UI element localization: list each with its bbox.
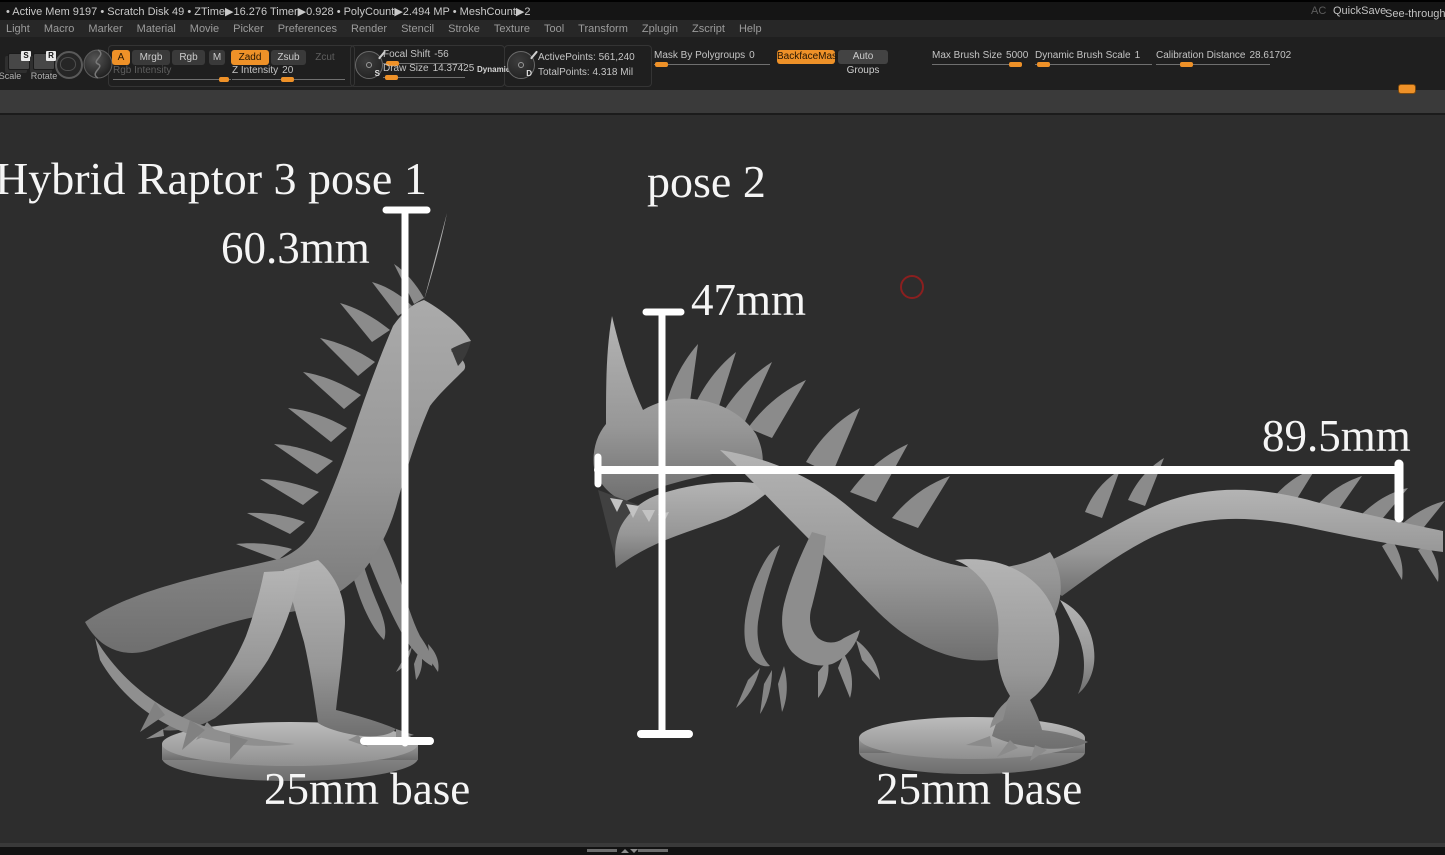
mask-by-polygroups-value: 0 <box>749 50 755 61</box>
z-intensity-value: 20 <box>282 65 293 76</box>
max-brush-size-slider[interactable]: Max Brush Size5000 <box>932 51 1022 65</box>
z-intensity-label: Z Intensity <box>232 65 278 76</box>
calibration-distance-label: Calibration Distance <box>1156 50 1246 61</box>
zcut-button[interactable]: Zcut <box>310 50 340 65</box>
total-points-readout: TotalPoints: 4.318 Mil <box>538 67 633 78</box>
tray-divider-right-bar[interactable] <box>638 849 668 852</box>
shelf-scroll-handle[interactable] <box>1398 84 1416 94</box>
max-brush-size-value: 5000 <box>1006 50 1028 61</box>
mrgb-button[interactable]: Mrgb <box>132 50 170 65</box>
zsub-button[interactable]: Zsub <box>271 50 306 65</box>
menu-bar: Light Macro Marker Material Movie Picker… <box>0 20 1445 37</box>
menu-material[interactable]: Material <box>137 23 176 35</box>
rgb-intensity-handle[interactable] <box>219 77 229 82</box>
a-button[interactable]: A <box>112 50 130 65</box>
dynamic-mode-tag[interactable]: Dynamic <box>477 65 510 74</box>
rgb-intensity-label: Rgb Intensity <box>113 65 171 76</box>
z-intensity-handle[interactable] <box>281 77 294 82</box>
dynamic-brush-scale-slider[interactable]: Dynamic Brush Scale 1 <box>1035 51 1152 65</box>
pose2-length-label: 89.5mm <box>1262 410 1411 462</box>
mask-by-polygroups-handle[interactable] <box>655 62 668 67</box>
rgb-button[interactable]: Rgb <box>172 50 205 65</box>
menu-zplugin[interactable]: Zplugin <box>642 23 678 35</box>
stroke-icon-letter: S <box>375 69 380 78</box>
rotate-badge: R <box>46 51 56 61</box>
pose1-height-label: 60.3mm <box>221 222 370 274</box>
pose1-title: Hybrid Raptor 3 pose 1 <box>0 152 427 205</box>
menu-texture[interactable]: Texture <box>494 23 530 35</box>
focal-shift-slider[interactable]: Focal Shift -56 <box>383 50 465 64</box>
focal-shift-label: Focal Shift <box>383 49 430 60</box>
draw-size-icon[interactable]: D <box>507 51 535 79</box>
quicksave-button[interactable]: QuickSave <box>1333 5 1386 17</box>
menu-stroke[interactable]: Stroke <box>448 23 480 35</box>
zadd-button[interactable]: Zadd <box>231 50 269 65</box>
see-through-label: See-through <box>1385 8 1445 20</box>
top-tray-strip <box>0 90 1445 113</box>
max-brush-size-track[interactable] <box>932 64 1022 65</box>
pose2-height-label: 47mm <box>691 274 806 326</box>
dynamic-brush-scale-value: 1 <box>1135 50 1141 61</box>
ac-button[interactable]: AC <box>1311 5 1326 17</box>
max-brush-size-label: Max Brush Size <box>932 50 1002 61</box>
m-button[interactable]: M <box>209 50 225 65</box>
mask-by-polygroups-label: Mask By Polygroups <box>654 50 745 61</box>
draw-size-value: 14.37425 <box>433 63 475 74</box>
material-sphere-icon[interactable] <box>83 49 113 79</box>
status-bar: • Active Mem 9197 • Scratch Disk 49 • ZT… <box>0 0 1445 20</box>
scale-tool-icon[interactable]: S <box>8 53 30 70</box>
tray-expand-up-icon[interactable] <box>621 849 629 853</box>
menu-help[interactable]: Help <box>739 23 762 35</box>
top-shelf-toolbar: S Scale R Rotate A Mrgb Rgb M Zadd Zsub … <box>0 37 1445 90</box>
texture-selector-icon[interactable] <box>55 51 83 79</box>
dynamic-brush-scale-track[interactable] <box>1035 64 1152 65</box>
active-points-readout: ActivePoints: 561,240 <box>538 52 635 63</box>
z-intensity-slider[interactable]: Z Intensity 20 <box>232 66 345 80</box>
max-brush-size-handle[interactable] <box>1009 62 1022 67</box>
dynamic-brush-scale-label: Dynamic Brush Scale <box>1035 50 1131 61</box>
menu-light[interactable]: Light <box>6 23 30 35</box>
bottom-bar <box>0 847 1445 855</box>
menu-macro[interactable]: Macro <box>44 23 75 35</box>
mask-by-polygroups-slider[interactable]: Mask By Polygroups 0 <box>654 51 770 65</box>
draw-icon-letter: D <box>526 69 532 78</box>
menu-preferences[interactable]: Preferences <box>278 23 337 35</box>
menu-picker[interactable]: Picker <box>233 23 264 35</box>
draw-size-handle[interactable] <box>385 75 398 80</box>
pose2-title: pose 2 <box>647 155 766 208</box>
menu-zscript[interactable]: Zscript <box>692 23 725 35</box>
menu-stencil[interactable]: Stencil <box>401 23 434 35</box>
menu-marker[interactable]: Marker <box>88 23 122 35</box>
menu-transform[interactable]: Transform <box>578 23 628 35</box>
sculpt-canvas[interactable] <box>0 115 1445 843</box>
zbrush-window: • Active Mem 9197 • Scratch Disk 49 • ZT… <box>0 0 1445 855</box>
draw-size-label: Draw Size <box>383 63 429 74</box>
rotate-tool-icon[interactable]: R <box>33 53 55 70</box>
menu-render[interactable]: Render <box>351 23 387 35</box>
menu-tool[interactable]: Tool <box>544 23 564 35</box>
tray-expand-down-icon[interactable] <box>630 849 638 853</box>
draw-size-track[interactable] <box>383 77 465 78</box>
rgb-intensity-slider[interactable]: Rgb Intensity <box>113 66 231 80</box>
menu-movie[interactable]: Movie <box>190 23 219 35</box>
calibration-distance-handle[interactable] <box>1180 62 1193 67</box>
stroke-type-icon[interactable]: S <box>355 51 383 79</box>
backface-mask-button[interactable]: BackfaceMask <box>777 50 835 64</box>
z-intensity-track[interactable] <box>232 79 345 80</box>
scale-badge: S <box>21 51 31 61</box>
focal-shift-value: -56 <box>434 49 448 60</box>
tray-divider-left-bar[interactable] <box>587 849 617 852</box>
calibration-distance-track[interactable] <box>1156 64 1270 65</box>
dynamic-brush-scale-handle[interactable] <box>1037 62 1050 67</box>
calibration-distance-value: 28.61702 <box>1250 50 1292 61</box>
calibration-distance-slider[interactable]: Calibration Distance28.61702 <box>1156 51 1270 65</box>
mask-by-polygroups-track[interactable] <box>654 64 770 65</box>
pose1-base-label: 25mm base <box>264 763 470 815</box>
status-text: • Active Mem 9197 • Scratch Disk 49 • ZT… <box>6 5 531 18</box>
draw-size-slider[interactable]: Draw Size14.37425 <box>383 64 465 78</box>
auto-groups-button[interactable]: Auto Groups <box>838 50 888 64</box>
rgb-intensity-track[interactable] <box>113 79 231 80</box>
pose2-base-label: 25mm base <box>876 763 1082 815</box>
